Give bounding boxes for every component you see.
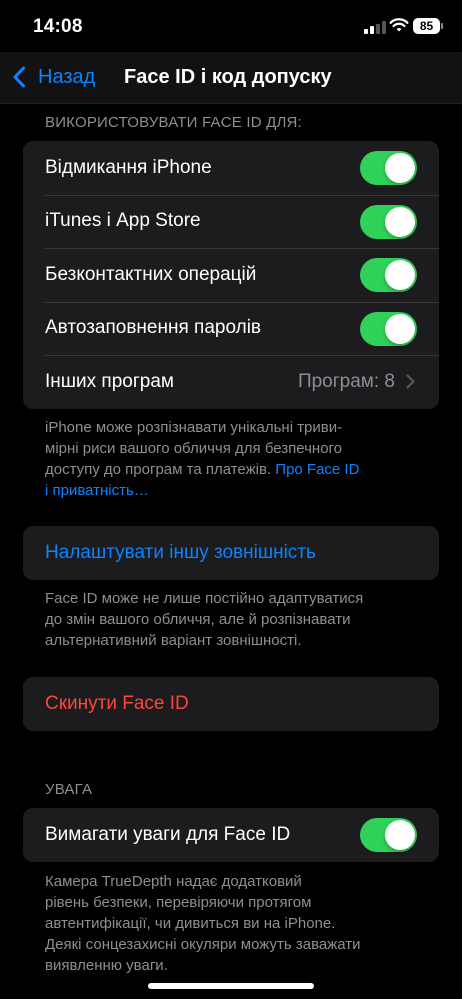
row-label: Відмикання iPhone: [45, 156, 212, 178]
row-other-apps[interactable]: Інших програм Програм: 8: [23, 355, 439, 409]
require-attention-toggle[interactable]: [360, 818, 417, 852]
row-label: Автозаповнення паролів: [45, 317, 262, 339]
footnote-line: Деякі сонцезахисні окуляри можуть заважа…: [45, 936, 361, 953]
footnote-text: доступу до програм та платежів.: [45, 461, 272, 478]
row-label: iTunes і App Store: [45, 210, 201, 232]
about-face-id-link[interactable]: Про Face ID: [275, 461, 359, 478]
toggle-knob: [385, 820, 415, 850]
toggle-knob: [385, 313, 415, 344]
set-up-alternate-appearance-button[interactable]: Налаштувати іншу зовнішність: [23, 526, 439, 580]
chevron-left-icon: [13, 66, 25, 88]
alternate-appearance-footnote: Face ID може не лише постійно адаптувати…: [45, 588, 425, 651]
reset-group: Скинути Face ID: [23, 677, 439, 731]
footnote-line: Face ID може не лише постійно адаптувати…: [45, 590, 364, 607]
reset-face-id-button[interactable]: Скинути Face ID: [23, 677, 439, 731]
home-indicator[interactable]: [148, 983, 314, 989]
section-header-use-face-id: ВИКОРИСТОВУВАТИ FACE ID ДЛЯ:: [45, 114, 302, 131]
contactless-toggle[interactable]: [360, 258, 417, 292]
row-unlock-iphone: Відмикання iPhone: [23, 141, 439, 195]
row-label: Скинути Face ID: [45, 692, 189, 714]
row-contactless: Безконтактних операцій: [23, 248, 439, 302]
password-autofill-toggle[interactable]: [360, 311, 417, 346]
privacy-link[interactable]: і приватність…: [45, 480, 425, 501]
footnote-line: доступу до програм та платежів. Про Face…: [45, 459, 425, 480]
chevron-right-icon: [406, 374, 415, 389]
row-label: Вимагати уваги для Face ID: [45, 823, 291, 845]
row-password-autofill: Автозаповнення паролів: [23, 301, 439, 356]
toggle-knob: [385, 260, 415, 290]
footnote-line: Камера TrueDepth надає додатковий: [45, 873, 302, 890]
row-require-attention: Вимагати уваги для Face ID: [23, 808, 439, 862]
row-label: Безконтактних операцій: [45, 263, 257, 285]
section-header-attention: УВАГА: [45, 781, 93, 798]
footnote-line: альтернативний варіант зовнішності.: [45, 632, 302, 649]
unlock-iphone-toggle[interactable]: [360, 151, 417, 185]
page-title: Face ID і код допуску: [124, 66, 332, 88]
attention-footnote: Камера TrueDepth надає додатковий рівень…: [45, 871, 425, 976]
itunes-app-store-toggle[interactable]: [360, 204, 417, 239]
footnote-line: автентифікації, чи дивиться ви на iPhone…: [45, 915, 336, 932]
signal-icon: [364, 21, 386, 34]
toggle-knob: [385, 206, 415, 237]
row-label: Інших програм: [45, 370, 174, 392]
battery-icon: 85: [413, 18, 443, 34]
back-label: Назад: [38, 65, 96, 88]
footnote-line: мірні риси вашого обличчя для безпечного: [45, 440, 343, 457]
use-face-id-footnote: iPhone може розпізнавати унікальні триви…: [45, 417, 425, 501]
footnote-line: рівень безпеки, перевіряючи протягом: [45, 894, 312, 911]
other-apps-count: Програм: 8: [297, 370, 395, 392]
wifi-icon: [389, 18, 409, 32]
footnote-line: до змін вашого обличчя, але й розпізнава…: [45, 611, 351, 628]
back-button[interactable]: Назад: [12, 62, 95, 92]
alternate-appearance-group: Налаштувати іншу зовнішність: [23, 526, 439, 580]
status-bar: 14:08 85: [0, 0, 462, 52]
toggle-knob: [385, 153, 415, 183]
use-face-id-group: Відмикання iPhone iTunes і App Store Без…: [23, 141, 439, 409]
footnote-line: iPhone може розпізнавати унікальні триви…: [45, 419, 343, 436]
footnote-line: виявленню уваги.: [45, 957, 168, 974]
row-itunes-app-store: iTunes і App Store: [23, 194, 439, 249]
navigation-bar: Назад Face ID і код допуску: [0, 52, 462, 104]
row-label: Налаштувати іншу зовнішність: [45, 541, 316, 563]
attention-group: Вимагати уваги для Face ID: [23, 808, 439, 862]
status-time: 14:08: [33, 16, 83, 37]
